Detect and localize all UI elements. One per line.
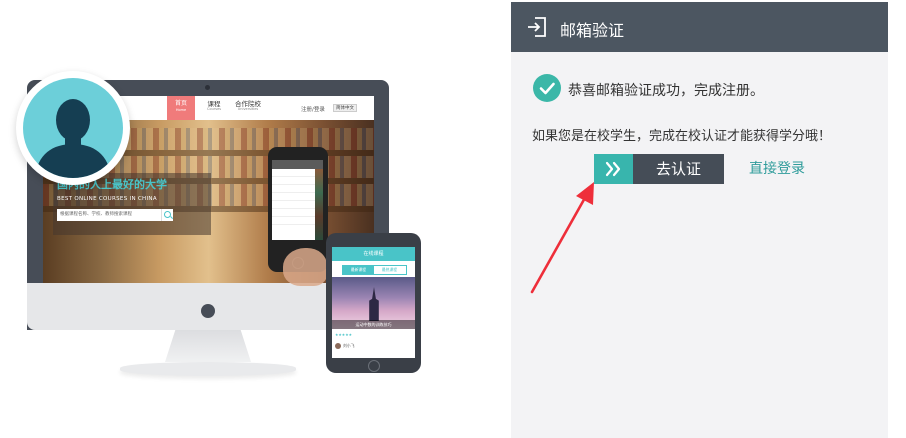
avatar — [16, 71, 130, 185]
panel-header: 邮箱验证 — [511, 2, 888, 52]
hero-search-input: 根据课程名称、学校、教师搜索课程 — [57, 209, 161, 221]
search-icon — [161, 209, 173, 221]
verify-button-label: 去认证 — [655, 160, 701, 178]
check-circle-icon — [533, 74, 561, 102]
tablet-tab-active: 最新课程 — [343, 266, 374, 274]
tablet-screen: 在线课程 最新课程 最热课程 运动中数的训练技巧 ★★★★★ 刘小飞 — [332, 247, 415, 358]
tablet-tabs: 最新课程 最热课程 — [342, 265, 407, 275]
monitor-neck — [165, 330, 251, 362]
nav-courses: 课程 Courses — [207, 100, 222, 112]
success-message: 恭喜邮箱验证成功，完成注册。 — [568, 83, 764, 99]
nav-home-sub: Home — [175, 107, 187, 112]
monitor-camera — [205, 85, 210, 90]
nav-login: 注册/登录 — [301, 107, 325, 113]
sign-in-icon — [525, 15, 549, 39]
monitor-stand — [120, 362, 296, 376]
nav-home: 首页 Home — [167, 96, 195, 120]
tablet-user: 刘小飞 — [335, 343, 354, 349]
verify-button[interactable]: 去认证 — [594, 154, 724, 184]
nav-courses-sub: Courses — [207, 107, 222, 112]
castle-silhouette — [369, 287, 379, 321]
phone-screen — [272, 160, 323, 240]
monitor-logo — [201, 304, 215, 318]
tablet-rating: ★★★★★ — [335, 332, 353, 337]
nav-home-label: 首页 — [174, 100, 187, 107]
direct-login-link[interactable]: 直接登录 — [749, 158, 805, 178]
tablet-home-button — [368, 360, 380, 372]
hero-illustration: 首页 Home 课程 Courses 合作院校 Universities 注册/… — [0, 0, 506, 438]
nav-lang: 简体中文 — [333, 104, 357, 112]
nav-universities: 合作院校 Universities — [235, 100, 261, 112]
nav-universities-sub: Universities — [237, 107, 259, 112]
tablet-tab-inactive: 最热课程 — [381, 267, 398, 272]
user-silhouette-svg — [35, 99, 111, 178]
tablet-header: 在线课程 — [332, 247, 415, 261]
red-arrow-annotation — [530, 182, 594, 294]
phone-screen-header — [272, 160, 323, 169]
panel-title: 邮箱验证 — [560, 21, 625, 40]
student-prompt: 如果您是在校学生，完成在校认证才能获得学分哦！ — [532, 129, 832, 144]
user-silhouette-icon — [23, 78, 123, 178]
phone-screen-image — [315, 169, 323, 240]
hero-subtitle: BEST ONLINE COURSES IN CHINA — [57, 196, 157, 202]
tablet-course-caption: 运动中数的训练技巧 — [332, 320, 415, 329]
hand-illustration — [283, 248, 327, 286]
